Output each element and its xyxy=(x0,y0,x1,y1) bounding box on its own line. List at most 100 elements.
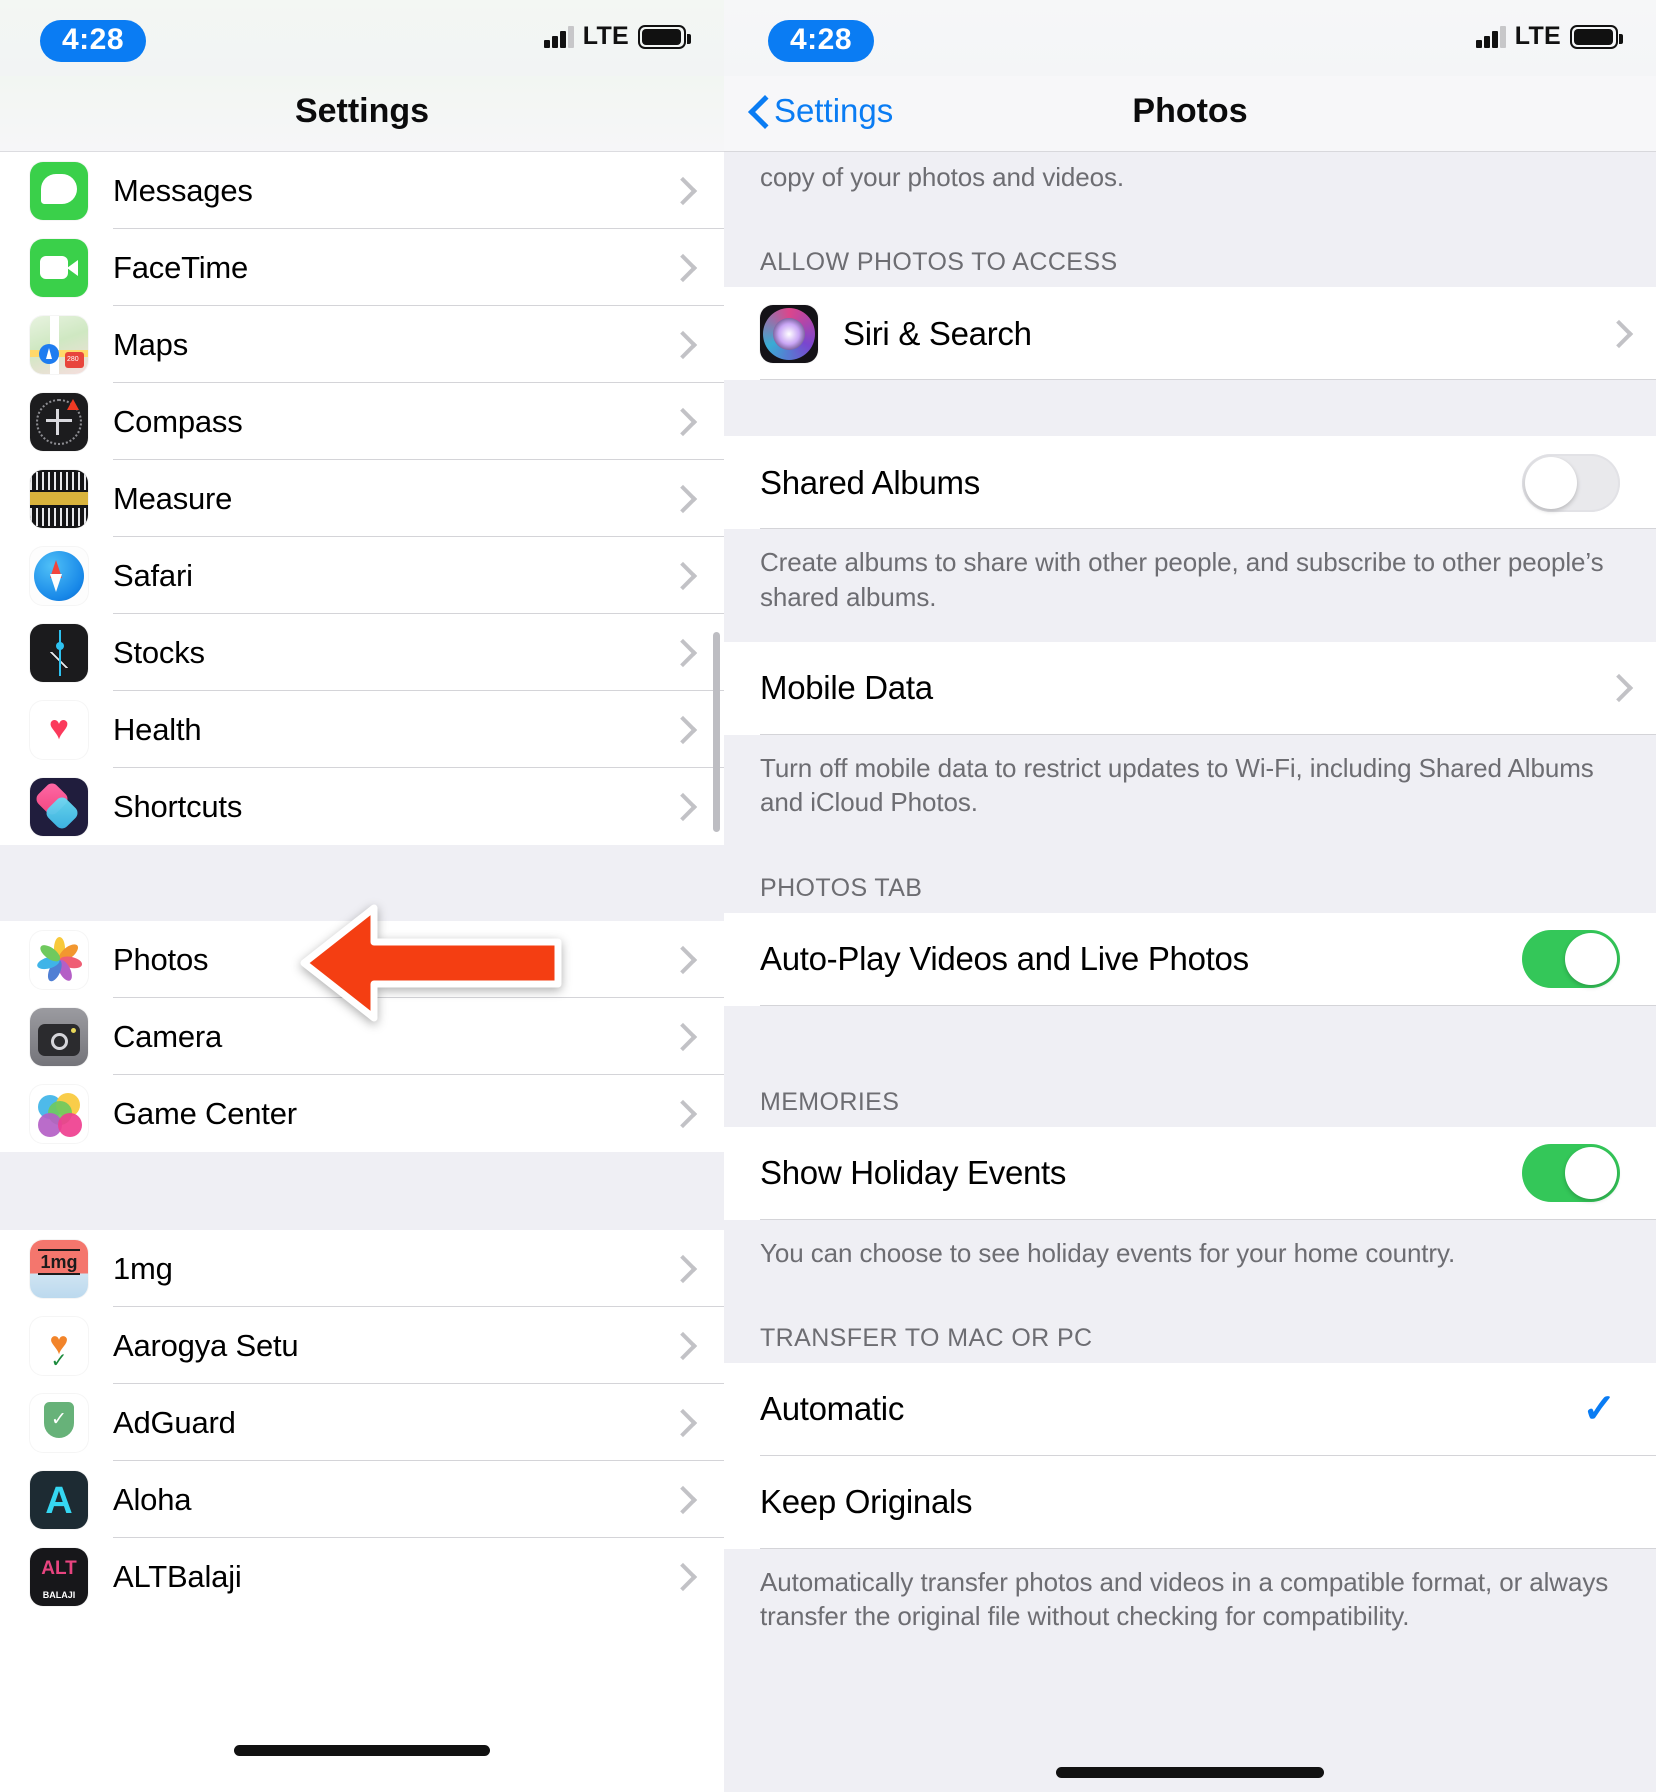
chevron-right-icon xyxy=(673,486,688,512)
group-separator xyxy=(724,1005,1656,1062)
sidebar-item-shortcuts[interactable]: Shortcuts xyxy=(0,768,724,845)
row-label: FaceTime xyxy=(113,249,249,285)
chevron-right-icon xyxy=(673,1101,688,1127)
page-title: Settings xyxy=(294,92,430,130)
home-indicator xyxy=(1056,1767,1324,1778)
sidebar-item-altbalaji[interactable]: ALTBalaji xyxy=(0,1538,724,1615)
section-header-allow-access: ALLOW PHOTOS TO ACCESS xyxy=(724,222,1656,288)
chevron-right-icon xyxy=(673,1564,688,1590)
compass-app-icon xyxy=(30,392,88,451)
adguard-app-icon xyxy=(30,1393,88,1452)
group-separator xyxy=(0,1152,724,1230)
maps-app-icon xyxy=(30,315,88,374)
row-label: Messages xyxy=(113,172,253,208)
row-auto-play-videos[interactable]: Auto-Play Videos and Live Photos xyxy=(724,912,1656,1006)
partial-footer-note: copy of your photos and videos. xyxy=(724,152,1656,223)
altbalaji-app-icon xyxy=(30,1547,88,1606)
photos-app-icon xyxy=(30,930,88,989)
facetime-app-icon xyxy=(30,238,88,297)
row-label: Safari xyxy=(113,557,193,593)
safari-app-icon xyxy=(30,546,88,605)
row-siri-and-search[interactable]: Siri & Search xyxy=(724,287,1656,381)
status-time: 4:28 xyxy=(40,20,147,62)
back-button[interactable]: Settings xyxy=(750,92,893,130)
dual-screenshot-container: 4:28 LTE Settings Messages FaceTime 280 … xyxy=(0,0,1656,1792)
sidebar-item-aarogya-setu[interactable]: Aarogya Setu xyxy=(0,1307,724,1384)
row-label: Aarogya Setu xyxy=(113,1327,299,1363)
auto-play-toggle[interactable] xyxy=(1522,930,1620,989)
row-transfer-keep-originals[interactable]: Keep Originals xyxy=(724,1455,1656,1549)
sidebar-item-messages[interactable]: Messages xyxy=(0,152,724,229)
row-transfer-automatic[interactable]: Automatic ✓ xyxy=(724,1362,1656,1456)
sidebar-item-measure[interactable]: Measure xyxy=(0,460,724,537)
row-show-holiday-events[interactable]: Show Holiday Events xyxy=(724,1126,1656,1220)
row-label: AdGuard xyxy=(113,1404,236,1440)
game-center-app-icon xyxy=(30,1084,88,1143)
sidebar-item-health[interactable]: Health xyxy=(0,691,724,768)
chevron-right-icon xyxy=(673,640,688,666)
scrollbar-thumb[interactable] xyxy=(713,632,720,832)
sidebar-item-compass[interactable]: Compass xyxy=(0,383,724,460)
row-label: Show Holiday Events xyxy=(760,1154,1067,1192)
page-title: Photos xyxy=(1132,92,1248,130)
chevron-right-icon xyxy=(673,794,688,820)
shortcuts-app-icon xyxy=(30,777,88,836)
row-mobile-data[interactable]: Mobile Data xyxy=(724,641,1656,735)
chevron-right-icon xyxy=(673,563,688,589)
home-indicator xyxy=(234,1745,490,1756)
nav-bar-photos: Settings Photos xyxy=(724,76,1656,152)
chevron-right-icon xyxy=(673,178,688,204)
left-phone-screen: 4:28 LTE Settings Messages FaceTime 280 … xyxy=(0,0,724,1792)
stocks-app-icon xyxy=(30,623,88,682)
row-shared-albums[interactable]: Shared Albums xyxy=(724,436,1656,530)
sidebar-item-stocks[interactable]: Stocks xyxy=(0,614,724,691)
battery-icon xyxy=(638,24,691,49)
photos-settings-scroll[interactable]: copy of your photos and videos. ALLOW PH… xyxy=(724,152,1656,1792)
arrow-pointing-to-photos xyxy=(300,904,562,1022)
sidebar-item-facetime[interactable]: FaceTime xyxy=(0,229,724,306)
row-label: Photos xyxy=(113,941,209,977)
row-label: Mobile Data xyxy=(760,669,933,707)
row-label: Keep Originals xyxy=(760,1483,973,1521)
section-header-memories: MEMORIES xyxy=(724,1061,1656,1127)
sidebar-item-safari[interactable]: Safari xyxy=(0,537,724,614)
footer-mobile-data: Turn off mobile data to restrict updates… xyxy=(724,734,1656,848)
row-label: Aloha xyxy=(113,1481,192,1517)
sidebar-item-maps[interactable]: Maps xyxy=(0,306,724,383)
aloha-app-icon xyxy=(30,1470,88,1529)
chevron-right-icon xyxy=(673,255,688,281)
section-header-photos-tab: PHOTOS TAB xyxy=(724,847,1656,913)
sidebar-item-aloha[interactable]: Aloha xyxy=(0,1461,724,1538)
footer-shared-albums: Create albums to share with other people… xyxy=(724,529,1656,642)
sidebar-item-game-center[interactable]: Game Center xyxy=(0,1075,724,1152)
row-label: Maps xyxy=(113,326,189,362)
settings-group-third-party-apps: 1mg Aarogya Setu AdGuard Aloha xyxy=(0,1230,724,1615)
shared-albums-toggle[interactable] xyxy=(1522,453,1620,512)
row-label: Measure xyxy=(113,480,233,516)
nav-bar-settings: Settings xyxy=(0,76,724,152)
chevron-right-icon xyxy=(1609,321,1624,347)
status-indicators: LTE xyxy=(543,22,691,51)
network-type-label: LTE xyxy=(1514,22,1561,50)
row-label: Shared Albums xyxy=(760,463,980,501)
chevron-left-icon xyxy=(750,96,767,126)
chevron-right-icon xyxy=(673,1024,688,1050)
row-label: Automatic xyxy=(760,1390,905,1428)
chevron-right-icon xyxy=(673,717,688,743)
row-label: Stocks xyxy=(113,634,205,670)
row-label: Compass xyxy=(113,403,243,439)
row-label: ALTBalaji xyxy=(113,1558,242,1594)
show-holiday-events-toggle[interactable] xyxy=(1522,1144,1620,1203)
footer-memories: You can choose to see holiday events for… xyxy=(724,1219,1656,1298)
health-app-icon xyxy=(30,700,88,759)
sidebar-item-1mg[interactable]: 1mg xyxy=(0,1230,724,1307)
measure-app-icon xyxy=(30,469,88,528)
chevron-right-icon xyxy=(673,947,688,973)
sidebar-item-adguard[interactable]: AdGuard xyxy=(0,1384,724,1461)
row-label: Game Center xyxy=(113,1095,297,1131)
row-label: Auto-Play Videos and Live Photos xyxy=(760,940,1249,978)
chevron-right-icon xyxy=(673,1256,688,1282)
back-button-label: Settings xyxy=(774,92,894,129)
chevron-right-icon xyxy=(673,1487,688,1513)
chevron-right-icon xyxy=(673,332,688,358)
